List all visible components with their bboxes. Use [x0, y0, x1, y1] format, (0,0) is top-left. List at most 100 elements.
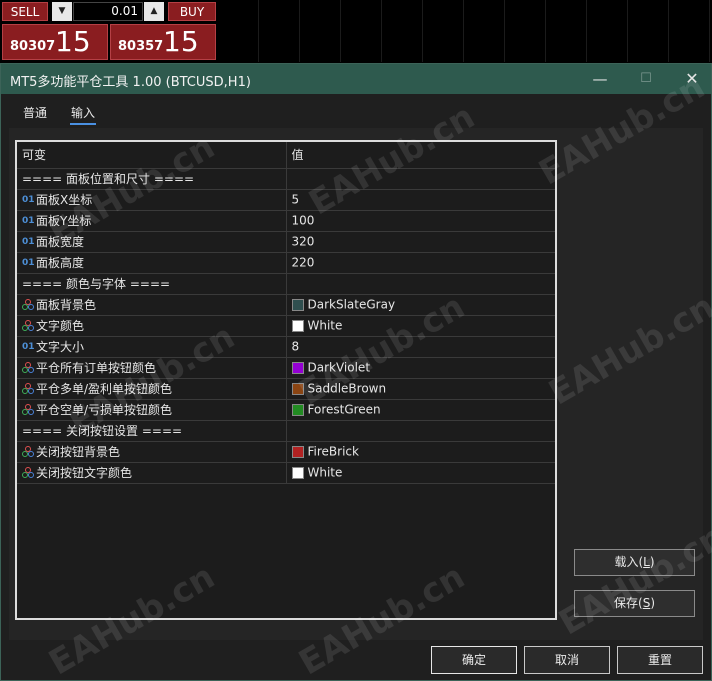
parameter-name-cell[interactable]: 平仓所有订单按钮颜色	[17, 357, 287, 379]
parameter-name-cell[interactable]: ==== 颜色与字体 ====	[17, 273, 287, 295]
color-type-icon	[22, 319, 36, 332]
parameter-row[interactable]: 关闭按钮文字颜色 White	[17, 462, 555, 484]
load-button[interactable]: 载入(L)	[574, 549, 695, 576]
column-header-value[interactable]: 值	[286, 142, 555, 169]
parameter-name: 面板高度	[36, 256, 85, 270]
parameter-name: 面板宽度	[36, 235, 85, 249]
parameter-value-cell[interactable]: DarkViolet	[286, 357, 555, 379]
save-button-label: 保存(S)	[614, 596, 655, 610]
parameter-name-cell[interactable]: 01面板宽度	[17, 231, 287, 253]
input-parameters-grid: 可变 值 ==== 面板位置和尺寸 ==== 01面板X坐标 5 01面板Y坐标 100…	[15, 140, 557, 620]
sell-price-main: 80307	[10, 39, 56, 54]
parameter-value: FireBrick	[307, 444, 359, 459]
color-type-icon	[22, 382, 36, 395]
parameter-row[interactable]: 01面板Y坐标 100	[17, 210, 555, 232]
parameter-name-cell[interactable]: 01面板高度	[17, 252, 287, 274]
parameter-value-cell[interactable]: White	[286, 462, 555, 484]
parameter-row[interactable]: 平仓多单/盈利单按钮颜色 SaddleBrown	[17, 378, 555, 400]
color-swatch	[291, 382, 304, 395]
section-row[interactable]: ==== 颜色与字体 ====	[17, 273, 555, 295]
parameter-value: DarkSlateGray	[307, 297, 396, 312]
parameter-name: 平仓空单/亏损单按钮颜色	[36, 403, 173, 417]
parameter-name: ==== 面板位置和尺寸 ====	[22, 172, 195, 186]
cancel-button[interactable]: 取消	[524, 646, 610, 674]
parameter-name: ==== 颜色与字体 ====	[22, 277, 171, 291]
parameter-row[interactable]: 面板背景色 DarkSlateGray	[17, 294, 555, 316]
column-header-variable[interactable]: 可变	[17, 142, 287, 169]
color-swatch	[291, 361, 304, 374]
parameter-name-cell[interactable]: 01文字大小	[17, 336, 287, 358]
parameter-name-cell[interactable]: 平仓多单/盈利单按钮颜色	[17, 378, 287, 400]
parameter-name: 面板背景色	[36, 298, 97, 312]
parameter-value-cell[interactable]	[286, 420, 555, 442]
close-icon[interactable]: ✕	[681, 68, 703, 90]
integer-type-icon: 01	[22, 236, 35, 247]
parameter-row[interactable]: 关闭按钮背景色 FireBrick	[17, 441, 555, 463]
parameter-value: 8	[291, 339, 300, 354]
parameter-value-cell[interactable]: 8	[286, 336, 555, 358]
parameter-value-cell[interactable]: 100	[286, 210, 555, 232]
parameter-value-cell[interactable]: DarkSlateGray	[286, 294, 555, 316]
section-row[interactable]: ==== 关闭按钮设置 ====	[17, 420, 555, 442]
sell-price-box[interactable]: 80307 15	[2, 24, 108, 60]
parameter-value: ForestGreen	[307, 402, 381, 417]
color-type-icon	[22, 361, 36, 374]
parameter-row[interactable]: 01面板宽度 320	[17, 231, 555, 253]
integer-type-icon: 01	[22, 215, 35, 226]
parameter-name-cell[interactable]: 文字颜色	[17, 315, 287, 337]
parameter-row[interactable]: 01面板高度 220	[17, 252, 555, 274]
parameter-row[interactable]: 01文字大小 8	[17, 336, 555, 358]
parameter-name-cell[interactable]: 关闭按钮文字颜色	[17, 462, 287, 484]
parameter-name-cell[interactable]: ==== 关闭按钮设置 ====	[17, 420, 287, 442]
minimize-icon[interactable]: —	[589, 68, 611, 90]
buy-button[interactable]: BUY	[168, 2, 216, 21]
lot-increase-button[interactable]: ▲	[144, 2, 164, 21]
parameter-name-cell[interactable]: 01面板X坐标	[17, 189, 287, 211]
parameter-name-cell[interactable]: 关闭按钮背景色	[17, 441, 287, 463]
parameter-name-cell[interactable]: 01面板Y坐标	[17, 210, 287, 232]
parameter-name: ==== 关闭按钮设置 ====	[22, 424, 183, 438]
parameter-row[interactable]: 文字颜色 White	[17, 315, 555, 337]
parameter-value-cell[interactable]: White	[286, 315, 555, 337]
parameter-value-cell[interactable]	[286, 273, 555, 295]
parameter-row[interactable]: 平仓所有订单按钮颜色 DarkViolet	[17, 357, 555, 379]
lot-decrease-button[interactable]: ▼	[52, 2, 72, 21]
sell-price-pips: 15	[55, 25, 91, 58]
parameter-name: 面板X坐标	[36, 193, 93, 207]
tab-general[interactable]: 普通	[23, 104, 47, 121]
parameter-row[interactable]: 01面板X坐标 5	[17, 189, 555, 211]
section-row[interactable]: ==== 面板位置和尺寸 ====	[17, 168, 555, 190]
sell-button[interactable]: SELL	[2, 2, 48, 21]
color-swatch	[291, 298, 304, 311]
maximize-icon: ☐	[640, 71, 652, 86]
parameter-value-cell[interactable]: SaddleBrown	[286, 378, 555, 400]
integer-type-icon: 01	[22, 194, 35, 205]
one-click-trading-panel: SELL ▼ 0.01 ▲ BUY 80307 15 80357 15	[0, 0, 712, 62]
parameter-name: 面板Y坐标	[36, 214, 92, 228]
parameter-value-cell[interactable]	[286, 168, 555, 190]
parameter-name: 文字颜色	[36, 319, 85, 333]
chart-background	[218, 0, 712, 62]
color-swatch	[291, 403, 304, 416]
parameter-value-cell[interactable]: FireBrick	[286, 441, 555, 463]
lot-size-input[interactable]: 0.01	[73, 2, 143, 21]
buy-price-box[interactable]: 80357 15	[110, 24, 216, 60]
color-type-icon	[22, 466, 36, 479]
parameter-name-cell[interactable]: 平仓空单/亏损单按钮颜色	[17, 399, 287, 421]
parameter-row[interactable]: 平仓空单/亏损单按钮颜色 ForestGreen	[17, 399, 555, 421]
parameter-value-cell[interactable]: 5	[286, 189, 555, 211]
parameter-value-cell[interactable]: 220	[286, 252, 555, 274]
reset-button[interactable]: 重置	[617, 646, 703, 674]
save-button[interactable]: 保存(S)	[574, 590, 695, 617]
parameter-value: DarkViolet	[307, 360, 371, 375]
parameter-name: 平仓所有订单按钮颜色	[36, 361, 157, 375]
ok-button[interactable]: 确定	[431, 646, 517, 674]
parameter-value: SaddleBrown	[307, 381, 387, 396]
parameter-name-cell[interactable]: 面板背景色	[17, 294, 287, 316]
parameter-name-cell[interactable]: ==== 面板位置和尺寸 ====	[17, 168, 287, 190]
dialog-titlebar[interactable]: MT5多功能平仓工具 1.00 (BTCUSD,H1) — ☐ ✕	[1, 64, 711, 94]
parameter-value-cell[interactable]: ForestGreen	[286, 399, 555, 421]
tab-inputs[interactable]: 输入	[69, 104, 97, 125]
load-button-label: 载入(L)	[614, 555, 655, 569]
parameter-value-cell[interactable]: 320	[286, 231, 555, 253]
